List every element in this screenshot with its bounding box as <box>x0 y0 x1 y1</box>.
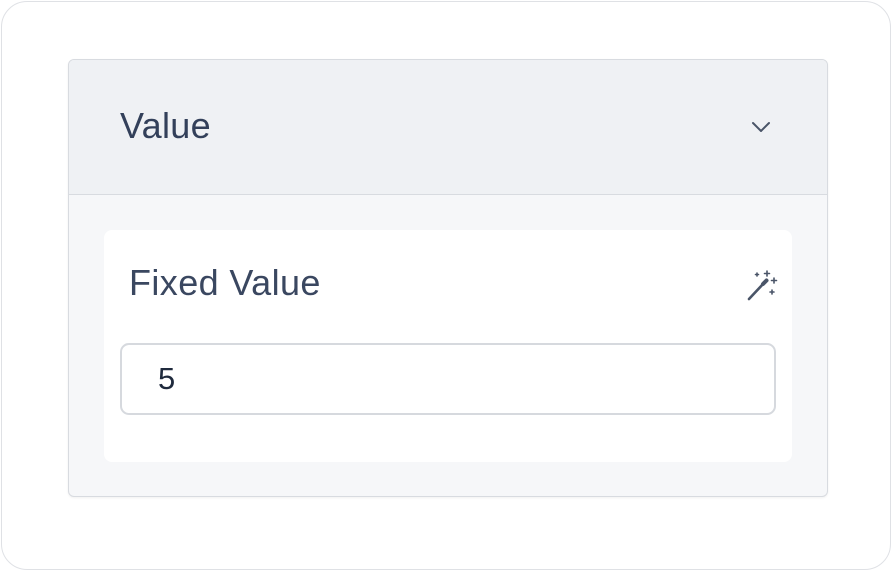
fixed-value-label: Fixed Value <box>129 262 321 303</box>
window-frame: Value Fixed Value <box>1 1 891 570</box>
panel-title: Value <box>120 105 211 146</box>
magic-wand-icon[interactable] <box>743 268 779 304</box>
chevron-down-icon[interactable] <box>749 118 773 136</box>
fixed-value-input[interactable] <box>120 343 776 415</box>
fixed-value-card: Fixed Value <box>104 230 792 462</box>
value-panel: Value Fixed Value <box>68 59 828 497</box>
value-panel-header[interactable]: Value <box>69 60 827 195</box>
